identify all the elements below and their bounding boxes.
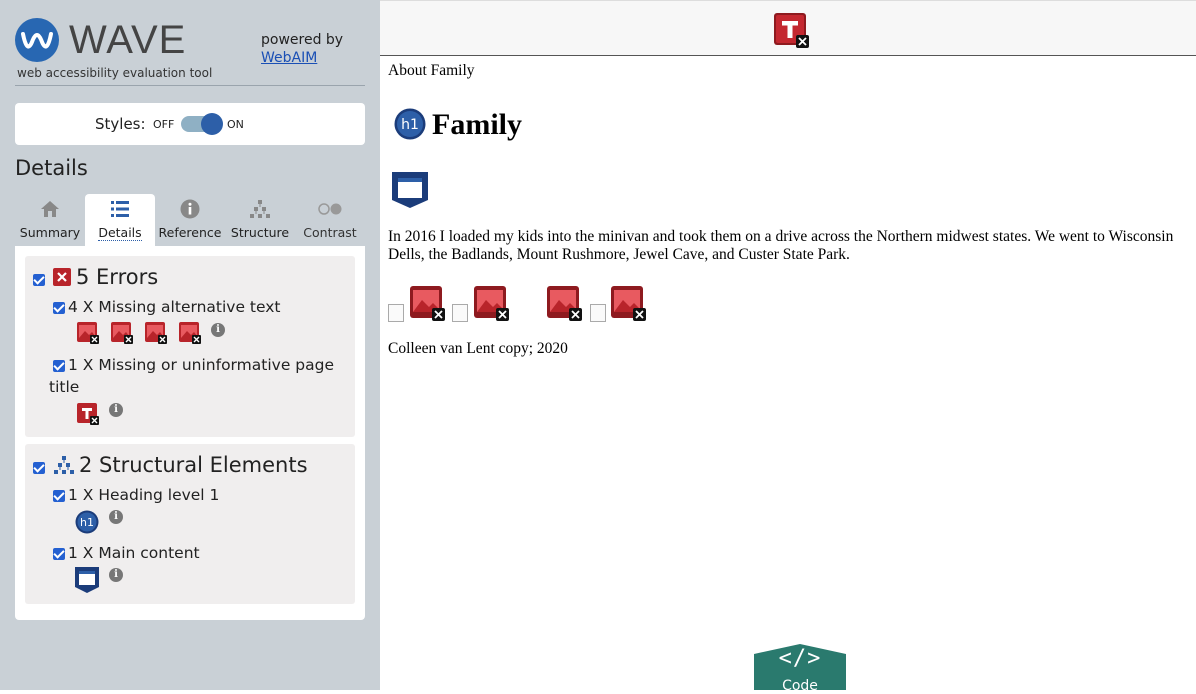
error-x-icon bbox=[53, 268, 71, 290]
h1-icon[interactable]: h1 bbox=[394, 108, 426, 144]
heading-level-1-label: 1 X Heading level 1 bbox=[68, 486, 220, 504]
page-footer: Colleen van Lent copy; 2020 bbox=[388, 340, 568, 357]
styles-label: Styles: bbox=[95, 115, 146, 133]
tab-details[interactable]: Details bbox=[85, 194, 155, 246]
missing-alt-icon[interactable] bbox=[611, 286, 647, 326]
page-heading: Family bbox=[432, 108, 522, 141]
panel-tabs: Summary Details Reference Structure Cont… bbox=[15, 190, 365, 246]
wave-logo: WAVE web accessibility evaluation tool bbox=[15, 16, 245, 82]
structure-checkbox[interactable] bbox=[33, 462, 45, 474]
tab-contrast[interactable]: Contrast bbox=[295, 194, 365, 246]
broken-image bbox=[388, 304, 404, 322]
tab-structure-label: Structure bbox=[230, 225, 290, 240]
missing-alt-icon[interactable] bbox=[547, 286, 583, 326]
missing-alt-checkbox[interactable] bbox=[53, 302, 65, 314]
title-bar bbox=[380, 0, 1196, 56]
h1-icon-text: h1 bbox=[80, 516, 94, 529]
header-divider bbox=[15, 85, 365, 86]
styles-toggle[interactable] bbox=[181, 113, 223, 135]
tab-reference-label: Reference bbox=[158, 225, 222, 240]
main-content-label: 1 X Main content bbox=[68, 544, 200, 562]
info-icon bbox=[155, 199, 225, 225]
structure-title: 2 Structural Elements bbox=[79, 453, 308, 477]
page-title-error-label: 1 X Missing or uninformative page title bbox=[49, 356, 334, 396]
styles-toggle-box: Styles: OFF ON bbox=[15, 103, 365, 145]
structure-icon bbox=[53, 455, 75, 479]
details-panel: Summary Details Reference Structure Cont… bbox=[15, 190, 365, 620]
tab-summary-label: Summary bbox=[19, 225, 81, 240]
powered-by: powered by WebAIM bbox=[261, 31, 343, 67]
info-icon[interactable]: i bbox=[211, 323, 225, 337]
errors-title: 5 Errors bbox=[76, 265, 159, 289]
styles-off-label: OFF bbox=[153, 118, 175, 131]
heading-level-1-checkbox[interactable] bbox=[53, 490, 65, 502]
missing-alt-icon[interactable] bbox=[474, 286, 510, 326]
page-title-error-icon[interactable] bbox=[77, 403, 99, 425]
home-icon bbox=[15, 199, 85, 225]
tab-reference[interactable]: Reference bbox=[155, 194, 225, 246]
wave-logo-word: WAVE bbox=[69, 18, 187, 62]
broken-image bbox=[452, 304, 468, 322]
errors-group: 5 Errors 4 X Missing alternative text i … bbox=[25, 256, 355, 437]
tab-contrast-label: Contrast bbox=[303, 225, 357, 240]
code-icon: </> bbox=[778, 646, 822, 671]
page-title-text: About Family bbox=[388, 62, 475, 79]
tab-summary[interactable]: Summary bbox=[15, 194, 85, 246]
styles-on-label: ON bbox=[227, 118, 244, 131]
missing-alt-icon[interactable] bbox=[410, 286, 446, 326]
structure-group: 2 Structural Elements 1 X Heading level … bbox=[25, 444, 355, 604]
wave-logo-mark bbox=[15, 18, 59, 62]
code-button[interactable]: </> Code bbox=[754, 644, 846, 694]
wave-logo-subtitle: web accessibility evaluation tool bbox=[17, 66, 213, 80]
wave-sidebar: WAVE web accessibility evaluation tool p… bbox=[0, 0, 380, 690]
broken-image bbox=[590, 304, 606, 322]
info-icon[interactable]: i bbox=[109, 568, 123, 582]
code-label: Code bbox=[782, 678, 818, 694]
toggle-knob bbox=[201, 113, 223, 135]
main-content-checkbox[interactable] bbox=[53, 548, 65, 560]
list-icon bbox=[85, 199, 155, 225]
contrast-icon bbox=[295, 199, 365, 225]
info-icon[interactable]: i bbox=[109, 403, 123, 417]
page-preview: About Family h1 Family In 2016 I loaded … bbox=[380, 0, 1196, 694]
missing-alt-icon[interactable] bbox=[145, 322, 167, 344]
structure-icon bbox=[225, 199, 295, 225]
info-icon[interactable]: i bbox=[109, 510, 123, 524]
missing-alt-icon[interactable] bbox=[179, 322, 201, 344]
main-content-icon[interactable] bbox=[75, 567, 99, 597]
powered-by-text: powered by bbox=[261, 32, 344, 48]
missing-alt-label: 4 X Missing alternative text bbox=[68, 298, 281, 316]
page-title-error-icon[interactable] bbox=[774, 13, 810, 53]
h1-icon[interactable]: h1 bbox=[75, 510, 99, 538]
missing-alt-icon[interactable] bbox=[111, 322, 133, 344]
page-paragraph: In 2016 I loaded my kids into the miniva… bbox=[388, 228, 1174, 263]
tab-details-label: Details bbox=[98, 225, 142, 241]
webaim-link[interactable]: WebAIM bbox=[261, 49, 343, 67]
missing-alt-icon[interactable] bbox=[77, 322, 99, 344]
main-content-icon[interactable] bbox=[392, 172, 428, 212]
details-heading: Details bbox=[15, 156, 88, 180]
tab-structure[interactable]: Structure bbox=[225, 194, 295, 246]
errors-checkbox[interactable] bbox=[33, 274, 45, 286]
h1-icon-text: h1 bbox=[401, 117, 419, 133]
